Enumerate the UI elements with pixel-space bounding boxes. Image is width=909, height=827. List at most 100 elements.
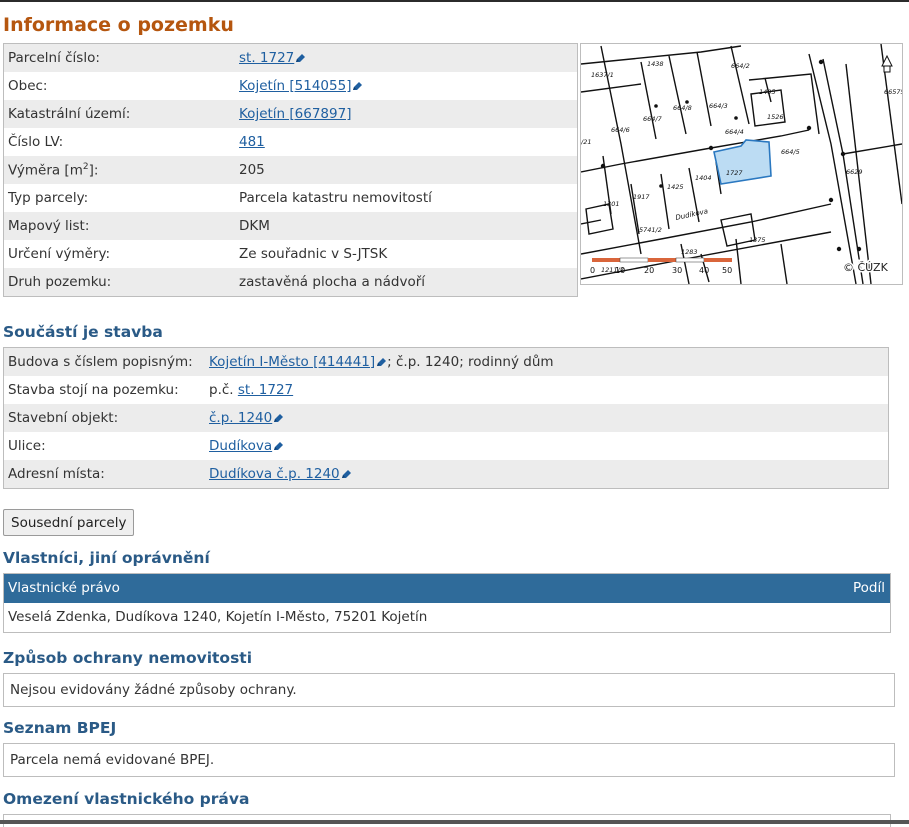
restrictions-heading: Omezení vlastnického práva — [3, 790, 250, 808]
svg-text:30: 30 — [672, 266, 682, 275]
svg-text:20: 20 — [644, 266, 654, 275]
bpej-heading: Seznam BPEJ — [3, 719, 117, 737]
row-value: Ze souřadnic v S-JTSK — [235, 240, 578, 268]
svg-text:10: 10 — [615, 266, 625, 275]
table-row: Parcelní číslo: st. 1727 — [3, 43, 578, 72]
svg-text:0: 0 — [590, 266, 595, 275]
svg-text:664/7: 664/7 — [643, 115, 663, 123]
row-label: Parcelní číslo: — [3, 43, 235, 72]
owners-header: Vlastnické právo Podíl — [4, 574, 890, 603]
pencil-icon[interactable] — [273, 413, 284, 423]
row-label: Adresní místa: — [3, 460, 205, 489]
row-label: Obec: — [3, 72, 235, 100]
svg-text:1404: 1404 — [695, 174, 712, 182]
parcel-number-link[interactable]: st. 1727 — [239, 50, 294, 66]
owners-table: Vlastnické právo Podíl Veselá Zdenka, Du… — [3, 573, 891, 633]
row-value: 205 — [235, 156, 578, 184]
svg-text:664/3: 664/3 — [709, 102, 728, 110]
parcel-link[interactable]: st. 1727 — [238, 382, 293, 398]
area-label-suffix: ]: — [88, 162, 99, 179]
map-copyright: © ČÚZK — [843, 261, 889, 274]
table-row: Budova s číslem popisným: Kojetín I-Měst… — [3, 347, 889, 376]
address-link[interactable]: Dudíkova č.p. 1240 — [209, 466, 340, 482]
row-value: č.p. 1240 — [205, 404, 889, 432]
parcel-prefix: p.č. — [209, 382, 238, 398]
cadastral-area-link[interactable]: Kojetín [667897] — [239, 106, 351, 122]
table-row: Typ parcely: Parcela katastru nemovitost… — [3, 184, 578, 212]
svg-text:5741/2: 5741/2 — [639, 226, 662, 234]
municipality-link[interactable]: Kojetín [514055] — [239, 78, 351, 94]
protection-heading: Způsob ochrany nemovitosti — [3, 649, 253, 667]
protection-box: Nejsou evidovány žádné způsoby ochrany. — [3, 673, 895, 707]
row-value: DKM — [235, 212, 578, 240]
svg-text:1438: 1438 — [647, 60, 664, 68]
row-label: Druh pozemku: — [3, 268, 235, 297]
pencil-icon[interactable] — [295, 53, 306, 63]
svg-text:66575: 66575 — [884, 88, 902, 96]
pencil-icon[interactable] — [352, 81, 363, 91]
pencil-icon[interactable] — [341, 469, 352, 479]
building-table: Budova s číslem popisným: Kojetín I-Měst… — [3, 347, 889, 489]
cadastral-map[interactable]: 1637/1 1438 664/2 664/6 664/7 664/8 664/… — [580, 43, 903, 285]
svg-text:1425: 1425 — [667, 183, 684, 191]
building-heading: Součástí je stavba — [3, 323, 163, 341]
table-row: Stavební objekt: č.p. 1240 — [3, 404, 889, 432]
row-label: Ulice: — [3, 432, 205, 460]
svg-text:664/2: 664/2 — [731, 62, 750, 70]
lv-number-link[interactable]: 481 — [239, 134, 265, 150]
row-value: Kojetín I-Město [414441] ; č.p. 1240; rod… — [205, 347, 889, 376]
table-row: Adresní místa: Dudíkova č.p. 1240 — [3, 460, 889, 489]
street-link[interactable]: Dudíkova — [209, 438, 272, 454]
row-value: Kojetín [667897] — [235, 100, 578, 128]
map-drawing: 1637/1 1438 664/2 664/6 664/7 664/8 664/… — [581, 44, 902, 284]
pencil-icon[interactable] — [273, 441, 284, 451]
svg-text:Dudíkova: Dudíkova — [675, 207, 709, 222]
building-object-link[interactable]: č.p. 1240 — [209, 410, 272, 426]
svg-text:664/8: 664/8 — [673, 104, 692, 112]
table-row: Stavba stojí na pozemku: p.č. st. 1727 — [3, 376, 889, 404]
row-label: Číslo LV: — [3, 128, 235, 156]
building-description: ; č.p. 1240; rodinný dům — [387, 354, 554, 370]
ownership-column-header: Vlastnické právo — [8, 580, 120, 596]
row-label: Katastrální území: — [3, 100, 235, 128]
row-value: 481 — [235, 128, 578, 156]
svg-text:/21: /21 — [581, 138, 591, 146]
svg-text:1301: 1301 — [603, 200, 620, 208]
row-value: p.č. st. 1727 — [205, 376, 889, 404]
owner-row: Veselá Zdenka, Dudíkova 1240, Kojetín I-… — [4, 603, 890, 632]
svg-text:1917: 1917 — [633, 193, 650, 201]
building-link[interactable]: Kojetín I-Město [414441] — [209, 354, 375, 370]
parcel-info-table: Parcelní číslo: st. 1727 Obec: Kojetín [… — [3, 43, 578, 297]
row-label: Stavba stojí na pozemku: — [3, 376, 205, 404]
row-value: Kojetín [514055] — [235, 72, 578, 100]
table-row: Obec: Kojetín [514055] — [3, 72, 578, 100]
area-label: Výměra [m — [8, 162, 83, 179]
neighbor-parcels-button[interactable]: Sousední parcely — [3, 509, 135, 536]
row-value: Dudíkova — [205, 432, 889, 460]
top-border — [0, 0, 909, 2]
row-value: Parcela katastru nemovitostí — [235, 184, 578, 212]
svg-text:664/6: 664/6 — [611, 126, 630, 134]
table-row: Mapový list: DKM — [3, 212, 578, 240]
svg-text:50: 50 — [722, 266, 732, 275]
table-row: Výměra [m2]: 205 — [3, 156, 578, 184]
svg-text:664/4: 664/4 — [725, 128, 744, 136]
table-row: Ulice: Dudíkova — [3, 432, 889, 460]
svg-text:664/5: 664/5 — [781, 148, 800, 156]
row-label: Výměra [m2]: — [3, 156, 235, 184]
svg-text:6629: 6629 — [846, 168, 863, 176]
svg-text:1637/1: 1637/1 — [591, 71, 614, 79]
row-label: Stavební objekt: — [3, 404, 205, 432]
row-label: Mapový list: — [3, 212, 235, 240]
pencil-icon[interactable] — [376, 357, 387, 367]
table-row: Určení výměry: Ze souřadnic v S-JTSK — [3, 240, 578, 268]
svg-text:1283: 1283 — [681, 248, 698, 256]
row-value: zastavěná plocha a nádvoří — [235, 268, 578, 297]
svg-text:1405: 1405 — [759, 88, 776, 96]
row-value: st. 1727 — [235, 43, 578, 72]
table-row: Číslo LV: 481 — [3, 128, 578, 156]
svg-text:1375: 1375 — [749, 236, 766, 244]
table-row: Druh pozemku: zastavěná plocha a nádvoří — [3, 268, 578, 297]
page-title: Informace o pozemku — [3, 14, 234, 36]
row-label: Budova s číslem popisným: — [3, 347, 205, 376]
